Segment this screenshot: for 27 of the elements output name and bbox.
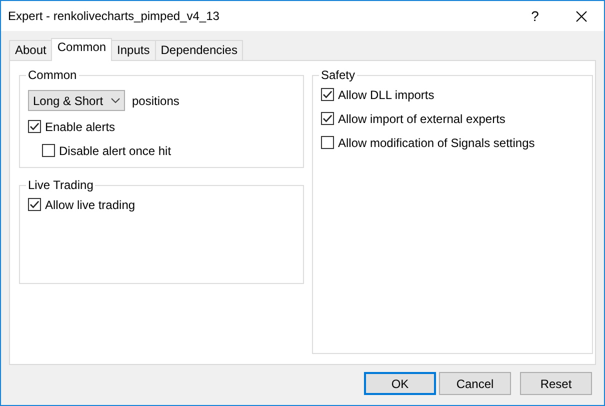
dialog-button[interactable]: Reset [520,372,592,395]
help-button[interactable]: ? [512,8,558,24]
checkbox[interactable] [321,88,334,101]
tab[interactable]: Dependencies [154,40,244,60]
checkbox-label: Allow modification of Signals settings [338,136,535,150]
checkbox-label: Allow live trading [45,198,136,212]
chevron-icon [111,98,120,103]
checkbox-label: Disable alert once hit [59,144,172,158]
tab[interactable]: About [9,40,52,60]
checkbox-label: Allow import of external experts [338,112,506,126]
tab[interactable]: Common [51,38,112,61]
positions-dropdown[interactable]: Long & Short [28,90,125,111]
group-title: Live Trading [27,178,94,192]
checkbox[interactable] [28,198,41,211]
checkbox-label: Enable alerts [45,120,116,134]
checkbox[interactable] [321,112,334,125]
group-title: Safety [320,68,356,82]
checkbox[interactable] [42,144,55,157]
window-title: Expert - renkolivecharts_pimped_v4_13 [7,9,220,23]
checkbox[interactable] [321,136,334,149]
checkbox[interactable] [28,120,41,133]
dialog-button[interactable]: Cancel [439,372,511,395]
dialog-button[interactable]: OK [364,372,436,395]
checkbox-label: Allow DLL imports [338,88,434,102]
positions-label: positions [132,94,180,108]
close-icon[interactable] [576,10,586,22]
group-title: Common [27,68,78,82]
